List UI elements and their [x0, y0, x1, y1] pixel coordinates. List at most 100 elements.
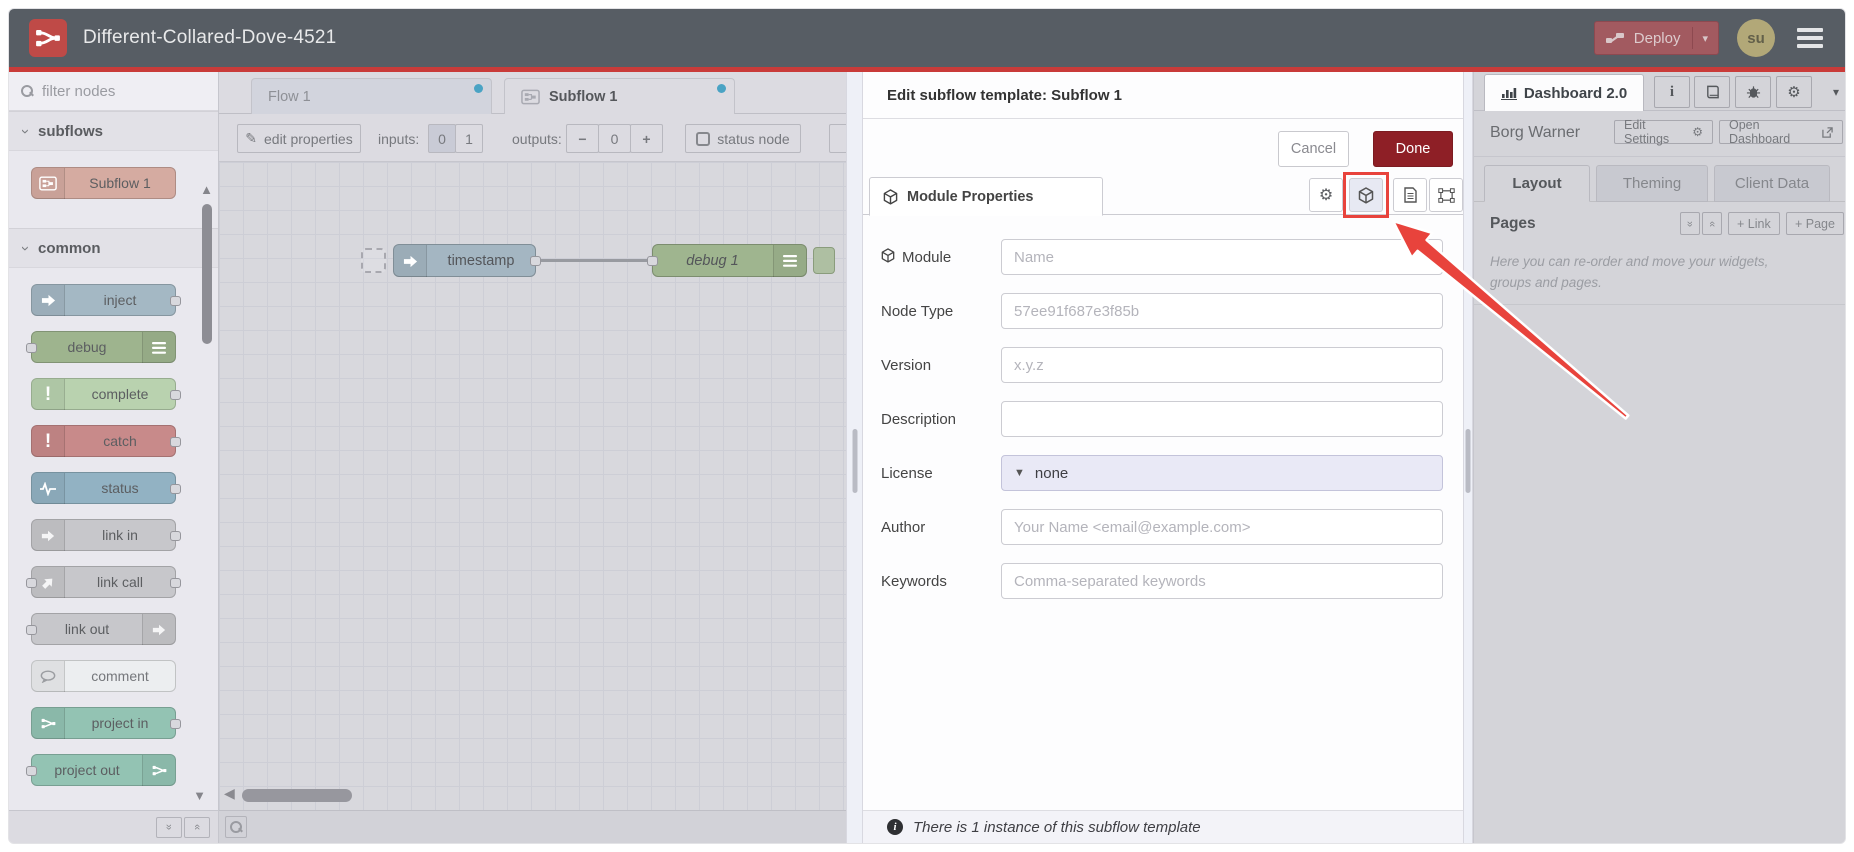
config-gear-tab-button[interactable]: ⚙ [1776, 76, 1812, 108]
chart-icon [1500, 86, 1517, 100]
inputs-0-button[interactable]: 0 [428, 124, 456, 153]
palette-node-complete[interactable]: ! complete [31, 378, 181, 410]
palette-footer: « « [9, 810, 218, 843]
palette-category-subflows[interactable]: › subflows [9, 111, 218, 151]
palette-node-link-in[interactable]: link in [31, 519, 181, 551]
search-icon [21, 84, 34, 98]
outputs-count[interactable]: 0 [598, 124, 631, 153]
description-input[interactable] [1001, 401, 1443, 437]
pages-description: Here you can re-order and move your widg… [1490, 254, 1769, 290]
outputs-minus-button[interactable]: − [566, 124, 599, 153]
tab-theming[interactable]: Theming [1596, 165, 1708, 202]
palette-node-status[interactable]: status [31, 472, 181, 504]
dialog-left-resize-handle[interactable] [846, 72, 863, 843]
keywords-input[interactable] [1001, 563, 1443, 599]
palette-scroll-down-icon[interactable]: ▼ [193, 788, 206, 803]
palette-expand-all-button[interactable]: « [184, 816, 210, 838]
form-row-author: Author [881, 509, 1443, 545]
bubble-icon [32, 661, 65, 692]
done-button[interactable]: Done [1373, 131, 1453, 167]
palette-node-project-in[interactable]: project in [31, 707, 181, 739]
output-port [170, 484, 181, 494]
add-page-button[interactable]: + Page [1786, 212, 1844, 235]
bug-icon [1746, 85, 1761, 99]
license-select[interactable]: ▼ none [1001, 455, 1443, 491]
lines-icon [773, 245, 806, 277]
tab-flow-1[interactable]: Flow 1 [251, 78, 492, 114]
palette-node-comment[interactable]: comment [31, 660, 176, 692]
node-type-input[interactable] [1001, 293, 1443, 329]
field-label: Module [881, 247, 1001, 267]
node-timestamp[interactable]: timestamp [393, 244, 541, 277]
node-debug-1-label: debug 1 [686, 252, 739, 269]
deploy-button[interactable]: Deploy ▾ [1593, 21, 1719, 55]
cancel-button[interactable]: Cancel [1278, 131, 1349, 167]
user-avatar[interactable]: su [1737, 19, 1775, 57]
palette-search[interactable]: filter nodes [9, 72, 218, 111]
module-properties-form: Module Node Type Version Description License… [863, 215, 1463, 599]
tab-layout[interactable]: Layout [1484, 165, 1590, 202]
sidebar-caret-down-icon[interactable]: ▾ [1833, 85, 1839, 99]
palette-node-Subflow-1[interactable]: Subflow 1 [31, 167, 176, 199]
module-input[interactable] [1001, 239, 1443, 275]
open-dashboard-button[interactable]: Open Dashboard [1719, 118, 1843, 146]
deploy-caret-icon[interactable]: ▾ [1702, 32, 1708, 45]
outputs-plus-button[interactable]: + [630, 124, 663, 153]
inputs-1-button[interactable]: 1 [455, 124, 483, 153]
cube-icon [881, 247, 895, 267]
linkarr-icon [142, 614, 175, 645]
canvas-scroll-left-icon[interactable]: ◀ [224, 785, 235, 802]
checkbox-icon [696, 131, 711, 146]
palette-node-link-call[interactable]: link call [26, 566, 181, 598]
debug-tab-button[interactable] [1735, 76, 1771, 108]
palette-scrollbar[interactable] [202, 204, 212, 344]
help-tab-button[interactable] [1694, 76, 1730, 108]
palette-category-common[interactable]: › common [9, 228, 218, 268]
tab-subflow-1[interactable]: Subflow 1 [504, 78, 735, 114]
add-link-button[interactable]: + Link [1728, 212, 1780, 235]
tab-flow-1-changed-dot [474, 84, 483, 93]
chevron-down-icon: › [17, 128, 34, 134]
palette-node-catch[interactable]: ! catch [31, 425, 181, 457]
edit-settings-label: Edit Settings [1624, 118, 1670, 146]
palette-node-debug[interactable]: debug [26, 331, 176, 363]
debug-toggle-button[interactable] [813, 247, 835, 274]
status-node-checkbox[interactable]: status node [685, 124, 801, 153]
frame-icon [1437, 187, 1455, 203]
tab-dashboard-2[interactable]: Dashboard 2.0 [1484, 74, 1644, 111]
main-menu-button[interactable] [1793, 24, 1827, 52]
description-doc-button[interactable] [1393, 178, 1427, 212]
edit-settings-button[interactable]: Edit Settings ⚙ [1614, 118, 1713, 146]
palette-scroll-up-icon[interactable]: ▲ [200, 182, 213, 197]
nodered-icon [32, 708, 65, 739]
cube-icon [883, 188, 898, 205]
move-up-button[interactable]: « [1680, 212, 1700, 235]
gear-icon: ⚙ [1692, 125, 1703, 139]
output-port[interactable] [530, 256, 541, 266]
dialog-footer: i There is 1 instance of this subflow te… [863, 810, 1463, 843]
subflow-input-stub[interactable] [361, 248, 386, 273]
palette-node-project-out[interactable]: project out [26, 754, 176, 786]
external-link-icon [1822, 126, 1833, 138]
canvas-horizontal-scrollbar[interactable] [242, 789, 352, 802]
node-debug-1[interactable]: debug 1 [647, 244, 807, 277]
wire [529, 259, 659, 262]
dialog-right-resize-handle[interactable] [1463, 72, 1473, 843]
pages-section: Pages « « + Link + Page [1474, 203, 1845, 247]
dashboard-owner: Borg Warner [1490, 124, 1581, 141]
properties-gear-button[interactable]: ⚙ [1309, 178, 1343, 212]
output-port [170, 390, 181, 400]
info-tab-button[interactable]: i [1654, 76, 1690, 108]
version-input[interactable] [1001, 347, 1443, 383]
tab-client-data[interactable]: Client Data [1714, 165, 1830, 202]
edit-properties-button[interactable]: ✎ edit properties [237, 124, 361, 153]
tab-module-properties[interactable]: Module Properties [869, 177, 1103, 216]
palette-collapse-all-button[interactable]: « [156, 816, 182, 838]
palette-node-link-out[interactable]: link out [26, 613, 176, 645]
author-input[interactable] [1001, 509, 1443, 545]
canvas-search-button[interactable] [225, 816, 247, 838]
lines-icon [142, 332, 175, 363]
move-down-button[interactable]: « [1702, 212, 1722, 235]
palette-node-inject[interactable]: inject [31, 284, 181, 316]
appearance-frame-button[interactable] [1429, 178, 1463, 212]
